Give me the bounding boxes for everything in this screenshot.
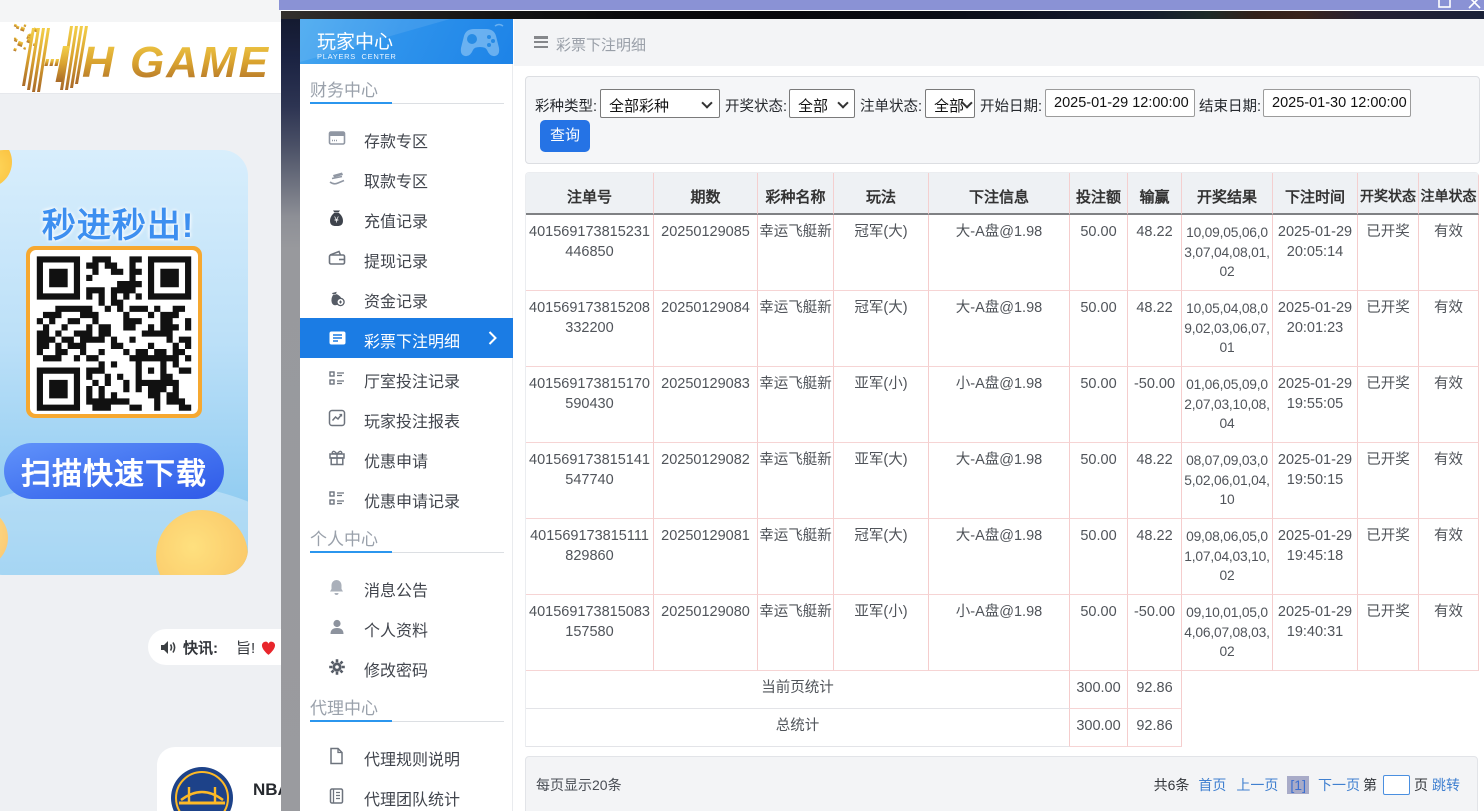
svg-text:¥: ¥ (333, 216, 339, 225)
svg-text:H GAME: H GAME (82, 38, 270, 87)
